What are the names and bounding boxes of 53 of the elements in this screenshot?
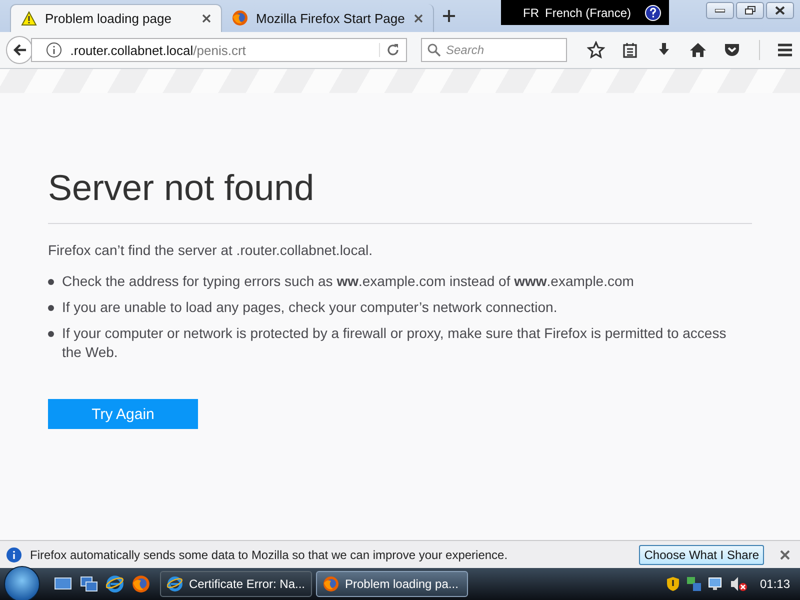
window-switch-icon[interactable] xyxy=(80,576,98,592)
internet-explorer-icon xyxy=(106,575,124,593)
desktop-icon[interactable] xyxy=(54,576,72,592)
error-title: Server not found xyxy=(48,167,752,224)
language-code: FR xyxy=(523,6,539,20)
monitor-icon[interactable] xyxy=(708,576,724,592)
close-icon[interactable] xyxy=(414,14,423,22)
choose-what-i-share-button[interactable]: Choose What I Share xyxy=(639,544,764,564)
muted-speaker-icon[interactable] xyxy=(730,576,748,592)
start-button[interactable] xyxy=(4,566,40,600)
bullet-icon xyxy=(48,331,54,337)
star-icon[interactable] xyxy=(587,41,605,59)
clock[interactable]: 01:13 xyxy=(760,577,790,591)
reading-list-icon[interactable] xyxy=(621,41,639,59)
help-icon[interactable] xyxy=(645,4,662,20)
close-button[interactable] xyxy=(766,2,794,19)
error-hint: Check the address for typing errors such as ww.example.com instead of www.example.com xyxy=(62,272,634,291)
warning-icon xyxy=(21,11,37,26)
browser-tab[interactable]: Problem loading page xyxy=(10,4,222,32)
info-icon xyxy=(6,546,22,562)
back-button[interactable] xyxy=(6,36,34,64)
bullet-icon xyxy=(48,305,54,311)
notification-text: Firefox automatically sends some data to Mozilla so that we can improve your experience. xyxy=(30,548,509,562)
menu-icon[interactable] xyxy=(776,41,794,59)
error-hint: If you are unable to load any pages, check your computer’s network connection. xyxy=(62,298,558,317)
close-icon[interactable] xyxy=(202,14,211,23)
minimize-icon xyxy=(715,8,725,12)
error-hint: If your computer or network is protected by a firewall or proxy, make sure that Firefox is permitted to access the Web. xyxy=(62,324,728,362)
address-bar[interactable]: .router.collabnet.local/penis.crt xyxy=(31,38,407,62)
pocket-icon[interactable] xyxy=(723,41,741,59)
info-icon[interactable] xyxy=(46,42,62,58)
language-name: French (France) xyxy=(545,6,632,20)
firefox-icon xyxy=(323,576,339,592)
firefox-icon xyxy=(232,10,248,26)
close-icon[interactable] xyxy=(780,550,790,560)
taskbar-button[interactable]: Problem loading pa... xyxy=(316,571,468,597)
internet-explorer-icon xyxy=(167,576,183,592)
close-icon xyxy=(775,6,785,15)
network-icon[interactable] xyxy=(686,576,702,592)
reload-icon[interactable] xyxy=(386,43,400,57)
bullet-icon xyxy=(48,279,54,285)
url-text: .router.collabnet.local/penis.crt xyxy=(70,42,247,58)
plus-icon[interactable] xyxy=(442,9,456,23)
search-field[interactable]: Search xyxy=(421,38,567,62)
back-arrow-icon xyxy=(12,43,27,57)
firefox-icon xyxy=(132,575,150,593)
home-icon[interactable] xyxy=(689,41,707,59)
error-message: Firefox can’t find the server at .router.collabnet.local. xyxy=(48,242,374,258)
minimize-button[interactable] xyxy=(706,2,734,19)
shield-icon[interactable] xyxy=(666,576,680,592)
restore-icon xyxy=(744,6,756,15)
taskbar-button[interactable]: Certificate Error: Na... xyxy=(160,571,312,597)
restore-button[interactable] xyxy=(736,2,764,19)
